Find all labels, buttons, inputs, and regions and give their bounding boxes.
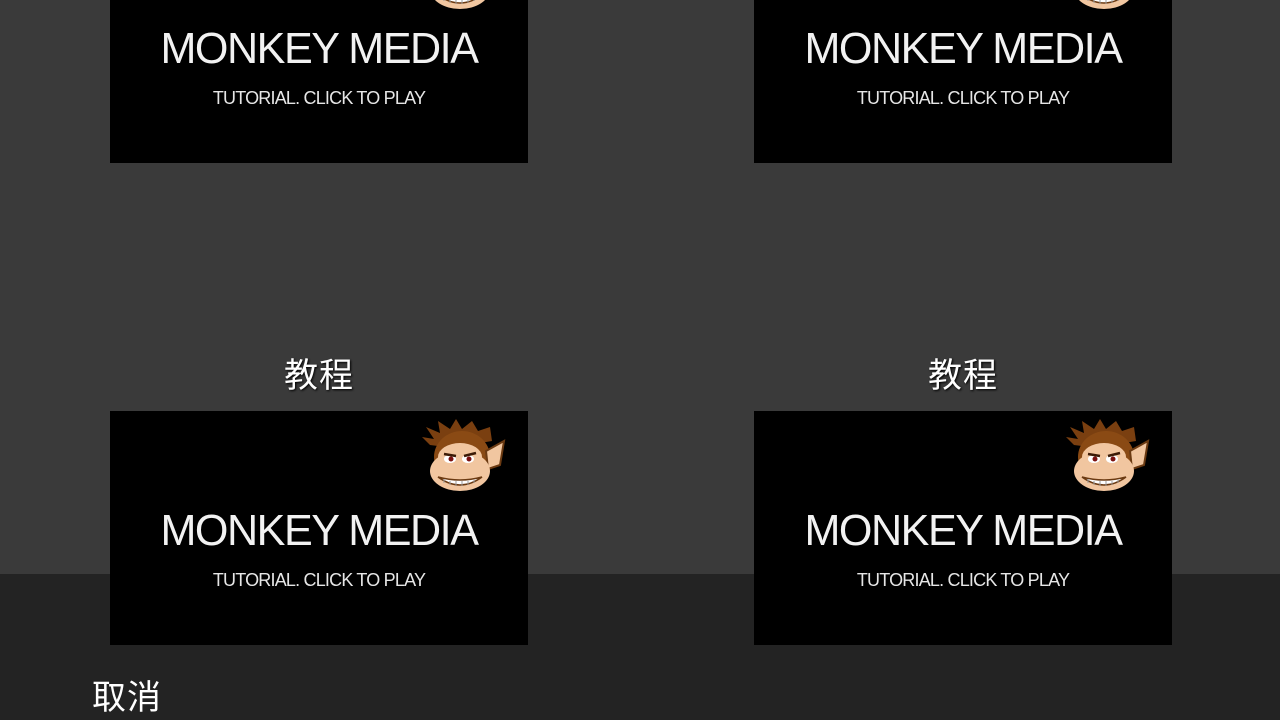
tile-title: MONKEY MEDIA (160, 506, 478, 555)
tile-subtitle: TUTORIAL. CLICK TO PLAY (856, 88, 1070, 108)
cancel-button[interactable]: 取消 (92, 676, 162, 720)
tile-title: MONKEY MEDIA (804, 506, 1122, 555)
video-thumbnail-2[interactable]: MONKEY MEDIA TUTORIAL. CLICK TO PLAY (754, 0, 1172, 163)
monkey-face-icon (434, 0, 486, 9)
tile-title: MONKEY MEDIA (160, 24, 478, 73)
tile-subtitle: TUTORIAL. CLICK TO PLAY (212, 570, 426, 590)
tile-title: MONKEY MEDIA (804, 24, 1122, 73)
monkey-face-icon (1078, 0, 1130, 9)
tile-caption: 教程 (284, 356, 354, 396)
video-thumbnail-1[interactable]: MONKEY MEDIA TUTORIAL. CLICK TO PLAY (110, 0, 528, 163)
monkey-face-icon (422, 419, 506, 491)
tile-caption: 教程 (928, 356, 998, 396)
video-thumbnail-3[interactable]: MONKEY MEDIA TUTORIAL. CLICK TO PLAY (110, 411, 528, 645)
video-thumbnail-4[interactable]: MONKEY MEDIA TUTORIAL. CLICK TO PLAY (754, 411, 1172, 645)
tile-subtitle: TUTORIAL. CLICK TO PLAY (212, 88, 426, 108)
tile-subtitle: TUTORIAL. CLICK TO PLAY (856, 570, 1070, 590)
monkey-face-icon (1066, 419, 1150, 491)
